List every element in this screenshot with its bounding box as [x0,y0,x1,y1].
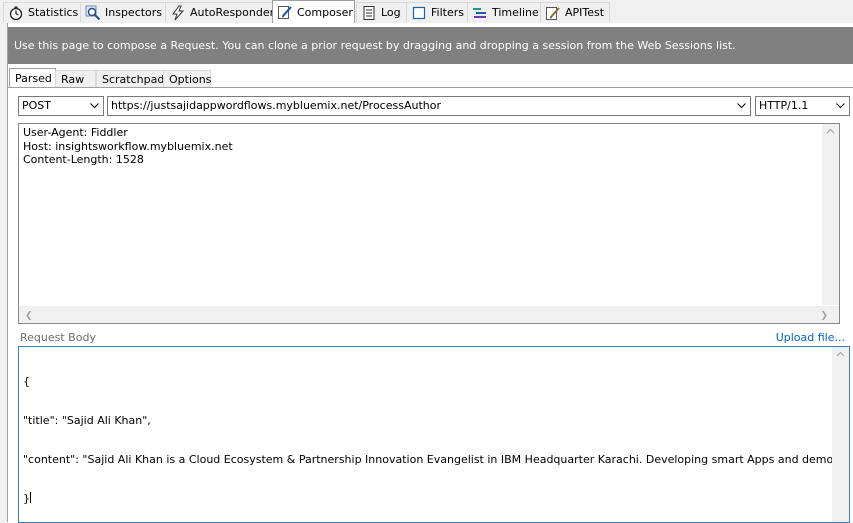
method-select[interactable]: POST [18,96,104,116]
stopwatch-icon [8,5,24,21]
tab-raw[interactable]: Raw [55,70,96,88]
composer-panel: Use this page to compose a Request. You … [7,23,853,523]
text-caret [30,492,31,503]
composer-sub-tabs: Parsed Raw Scratchpad Options [8,68,853,88]
request-body-textarea[interactable]: { "title": "Sajid Ali Khan", "content": … [18,346,850,523]
tab-composer[interactable]: Composer [272,0,355,23]
pencil-icon [277,4,293,20]
document-icon [361,5,377,21]
header-line: Host: insightsworkflow.mybluemix.net [23,139,233,153]
tab-statistics[interactable]: Statistics [3,2,81,22]
composer-info-banner: Use this page to compose a Request. You … [8,27,853,64]
magnifier-icon [85,5,101,21]
scroll-right-icon[interactable]: ❯ [820,310,828,324]
tab-inspectors[interactable]: Inspectors [80,2,166,22]
headers-vertical-scrollbar[interactable] [822,124,839,305]
body-line: } [23,492,845,505]
http-version-value: HTTP/1.1 [759,99,809,112]
tab-filters[interactable]: Filters [406,2,468,22]
http-version-select[interactable]: HTTP/1.1 [755,96,850,116]
top-tab-strip: Statistics Inspectors AutoResponder Comp… [0,0,853,23]
header-line: User-Agent: Fiddler [23,126,128,139]
upload-file-link[interactable]: Upload file... [776,331,845,344]
body-line-text: } [23,492,30,505]
timeline-icon [472,5,488,21]
chevron-down-icon [86,97,103,115]
headers-horizontal-scrollbar[interactable]: ❮ ❯ [19,306,839,323]
body-line: { [23,375,30,388]
lightning-icon [170,5,186,21]
header-line: Content-Length: 1528 [23,153,144,166]
request-headers-textarea[interactable]: User-Agent: Fiddler Host: insightsworkfl… [18,123,840,324]
tab-apitest[interactable]: APITest [540,2,610,22]
edit-document-icon [545,5,561,21]
body-line: "content": "Sajid Ali Khan is a Cloud Ec… [23,453,849,466]
body-vertical-scrollbar[interactable] [832,347,849,522]
tab-parsed[interactable]: Parsed [9,68,56,88]
checkbox-icon [411,5,427,21]
method-value: POST [22,99,51,112]
tab-autoresponder[interactable]: AutoResponder [165,2,274,22]
request-body-label: Request Body [20,331,96,344]
tab-options[interactable]: Options [163,70,211,88]
chevron-down-icon[interactable] [733,97,750,115]
tab-timeline[interactable]: Timeline [467,2,541,22]
tab-scratchpad[interactable]: Scratchpad [96,70,164,88]
url-value: https://justsajidappwordflows.mybluemix.… [111,99,441,112]
tab-log[interactable]: Log [356,2,407,22]
parsed-panel: POST https://justsajidappwordflows.myblu… [8,87,853,523]
url-input[interactable]: https://justsajidappwordflows.mybluemix.… [107,96,751,116]
scroll-left-icon[interactable]: ❮ [25,310,33,324]
body-line: "title": "Sajid Ali Khan", [23,414,151,427]
chevron-down-icon [832,97,849,115]
